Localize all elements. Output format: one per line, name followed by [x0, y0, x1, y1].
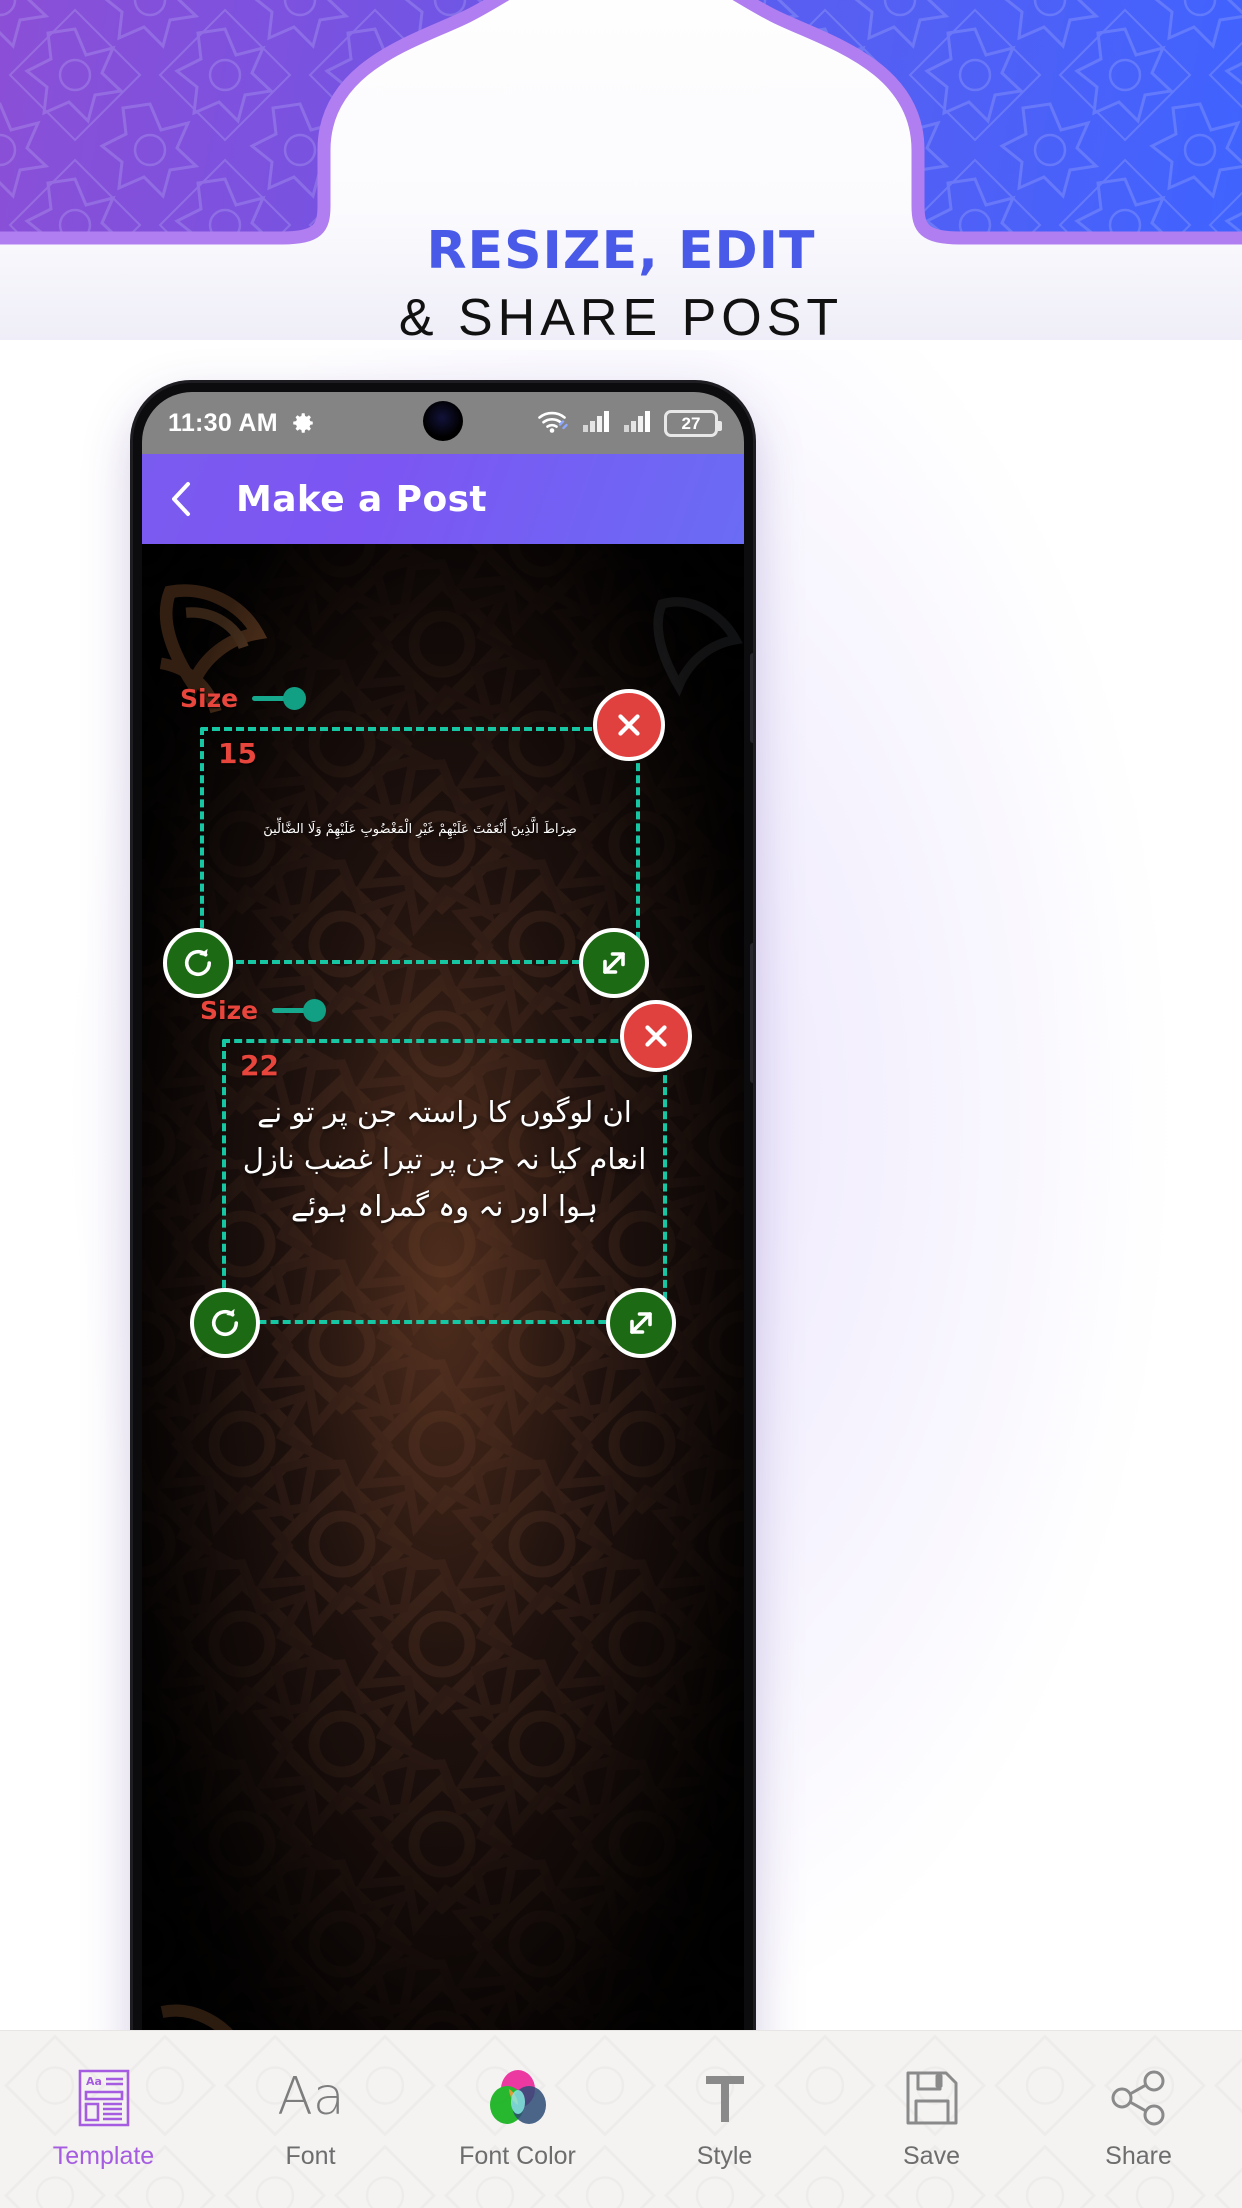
toolbar-item-font[interactable]: Aa Font [207, 2031, 414, 2208]
status-bar: 11:30 AM 27 [142, 392, 744, 454]
floppy-disk-icon [903, 2068, 961, 2128]
template-document-icon: Aa [76, 2068, 132, 2128]
size-value-2: 22 [240, 1049, 279, 1082]
size-label-1: Size [180, 684, 239, 713]
battery-indicator: 27 [664, 409, 722, 437]
toolbar-item-share[interactable]: Share [1035, 2031, 1242, 2208]
rotate-handle-1[interactable] [163, 928, 233, 998]
app-bar: Make a Post [142, 454, 744, 544]
page-title: Make a Post [236, 478, 488, 520]
slider-knob-2[interactable] [303, 999, 327, 1022]
resize-handle-1[interactable] [579, 928, 649, 998]
slider-track-1 [252, 696, 287, 701]
urdu-text-content[interactable]: ان لوگوں کا راستہ جن پر تو نے انعام کیا … [226, 1089, 663, 1230]
delete-handle-1[interactable] [593, 689, 665, 761]
toolbar-label-share: Share [1105, 2142, 1172, 2170]
share-nodes-icon [1109, 2068, 1169, 2128]
color-circles-icon [487, 2068, 549, 2128]
phone-screen: 11:30 AM 27 Make a Post Size 15 صِرَاطَ … [142, 392, 744, 2073]
rotate-cw-icon [211, 1308, 239, 1337]
selection-box-2[interactable]: 22 ان لوگوں کا راستہ جن پر تو نے انعام ک… [222, 1039, 667, 1324]
toolbar-item-font-color[interactable]: Font Color [414, 2031, 621, 2208]
back-button[interactable] [166, 479, 214, 519]
chevron-left-icon [172, 482, 190, 516]
battery-level-text: 27 [681, 413, 701, 433]
font-aa-icon: Aa [276, 2068, 346, 2128]
slider-track-2 [272, 1008, 307, 1013]
banner-title: RESIZE, EDIT & SHARE POST [0, 222, 1242, 351]
delete-handle-2[interactable] [620, 1000, 692, 1072]
selection-box-1[interactable]: 15 صِرَاطَ الَّذِينَ أَنْعَمْتَ عَلَيْهِ… [200, 727, 640, 964]
size-slider-1[interactable] [252, 687, 307, 710]
post-canvas[interactable]: Size 15 صِرَاطَ الَّذِينَ أَنْعَمْتَ عَل… [142, 544, 744, 2073]
resize-diagonal-arrow-icon [603, 952, 625, 974]
status-bar-time: 11:30 AM [168, 408, 278, 437]
wifi-link-icon [537, 408, 571, 439]
signal-bars-icon-1 [582, 409, 612, 438]
gear-icon [290, 410, 316, 436]
phone-side-button-bottom [750, 943, 753, 1083]
phone-mockup: 11:30 AM 27 Make a Post Size 15 صِرَاطَ … [133, 383, 753, 2073]
rotate-cw-icon [184, 948, 212, 977]
phone-side-button-top [750, 653, 753, 743]
toolbar-item-style[interactable]: Style [621, 2031, 828, 2208]
resize-diagonal-arrow-icon [630, 1312, 652, 1334]
slider-knob-1[interactable] [283, 687, 307, 710]
banner-title-line-1: RESIZE, EDIT [426, 221, 816, 281]
toolbar-label-template: Template [52, 2142, 155, 2170]
close-x-icon [618, 714, 640, 736]
toolbar-label-font-color: Font Color [459, 2142, 576, 2170]
bottom-toolbar: Aa Template Aa Font Font Color Style Sav… [0, 2030, 1242, 2208]
text-style-t-icon [697, 2068, 753, 2128]
toolbar-label-style: Style [696, 2142, 753, 2170]
resize-handle-2[interactable] [606, 1288, 676, 1358]
front-camera-punch-hole [423, 401, 463, 441]
toolbar-item-template[interactable]: Aa Template [0, 2031, 207, 2208]
svg-text:Aa: Aa [277, 2068, 344, 2127]
toolbar-label-save: Save [903, 2142, 960, 2170]
signal-bars-icon-2 [623, 409, 653, 438]
size-label-2: Size [200, 996, 259, 1025]
status-bar-indicators: 27 [537, 408, 722, 439]
size-slider-row-2[interactable]: Size [200, 996, 327, 1025]
size-slider-row-1[interactable]: Size [180, 684, 307, 713]
size-value-1: 15 [218, 737, 257, 770]
close-x-icon [645, 1025, 667, 1047]
banner-title-line-2: & SHARE POST [398, 289, 844, 348]
svg-text:Aa: Aa [86, 2075, 102, 2088]
toolbar-label-font: Font [285, 2142, 336, 2170]
arabic-text-content[interactable]: صِرَاطَ الَّذِينَ أَنْعَمْتَ عَلَيْهِمْ … [204, 819, 636, 841]
rotate-handle-2[interactable] [190, 1288, 260, 1358]
size-slider-2[interactable] [272, 999, 327, 1022]
toolbar-item-save[interactable]: Save [828, 2031, 1035, 2208]
